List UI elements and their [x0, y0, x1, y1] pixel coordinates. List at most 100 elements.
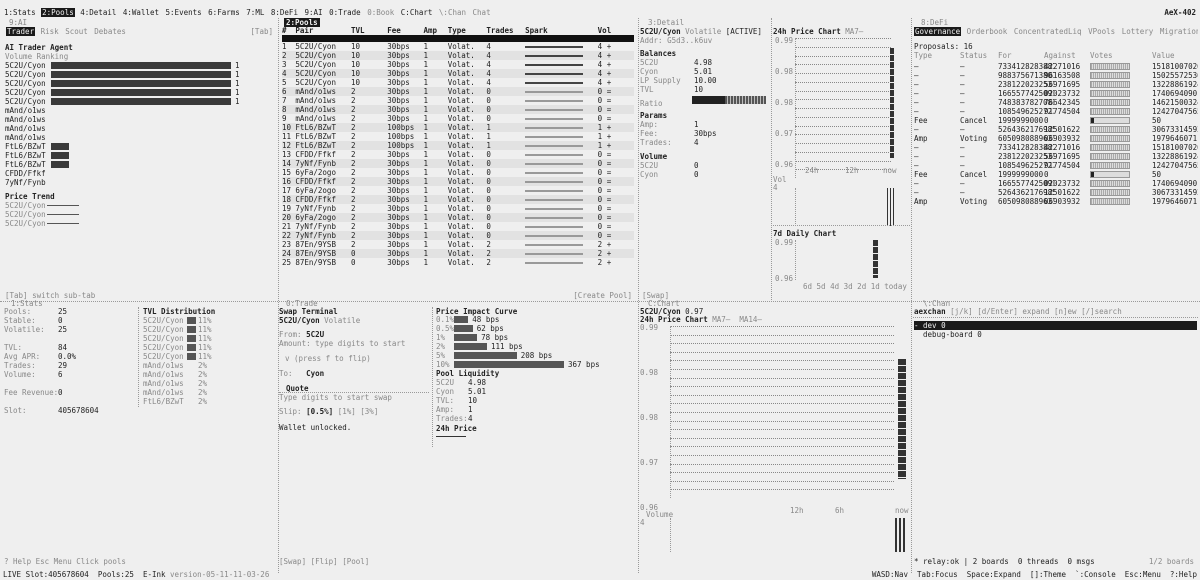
x-tick-label: 12h: [845, 166, 859, 175]
proposal-row[interactable]: ——52643621769859261250162230673314592: [914, 188, 1198, 197]
pool-row[interactable]: 17 6yFa/2ogo 2 30bps 1 Volat. 0 0 =: [282, 186, 634, 195]
proposal-cell: 56971695: [1044, 80, 1081, 89]
tab-8defi[interactable]: 8:DeFi: [270, 8, 299, 17]
proposal-row[interactable]: ——73341282838813414227101615181007026: [914, 143, 1198, 152]
grid-axis: [670, 326, 671, 498]
pool-row[interactable]: 19 7yNf/Fynb 2 30bps 1 Volat. 0 0 =: [282, 204, 634, 213]
pool-row[interactable]: 16 CFDD/Ffkf 2 30bps 1 Volat. 0 0 =: [282, 177, 634, 186]
proposal-cell: —: [960, 125, 965, 134]
pool-row[interactable]: 24 87En/9YSB 0 30bps 1 Volat. 2 2 +: [282, 249, 634, 258]
pool-row[interactable]: 21 7yNf/Fynb 2 30bps 1 Volat. 0 0 =: [282, 222, 634, 231]
pool-row[interactable]: 2 5C2U/Cyon 10 30bps 1 Volat. 4 4 +: [282, 51, 634, 60]
to-token[interactable]: Cyon: [306, 369, 324, 378]
pool-row[interactable]: 6 mAnd/o1ws 2 30bps 1 Volat. 0 0 =: [282, 87, 634, 96]
pool-row[interactable]: 3 5C2U/Cyon 10 30bps 1 Volat. 4 4 +: [282, 60, 634, 69]
proposal-row[interactable]: ——10854962527279529177450412427047565: [914, 107, 1198, 116]
pool-cell: Volat.: [447, 42, 475, 51]
pool-cell: 7yNf/Fynb: [295, 222, 336, 231]
trend-label: 5C2U/Cyon: [5, 201, 46, 210]
tab-4wallet[interactable]: 4:Wallet: [122, 8, 160, 17]
defi-tab-orderbook[interactable]: Orderbook: [966, 27, 1009, 36]
y-tick-label: 0.97: [775, 129, 794, 138]
trade-actions[interactable]: [Swap] [Flip] [Pool]: [279, 557, 369, 566]
defi-tab-governance[interactable]: Governance: [914, 27, 962, 36]
pool-row[interactable]: 13 CFDD/Ffkf 2 30bps 1 Volat. 0 0 =: [282, 150, 634, 159]
flip-hint[interactable]: v (press f to flip): [285, 354, 371, 363]
defi-tab-lottery[interactable]: Lottery: [1121, 27, 1155, 36]
tab-0trade[interactable]: 0:Trade: [328, 8, 362, 17]
proposal-row[interactable]: ——73341282838813414227101615181007026: [914, 62, 1198, 71]
pool-row[interactable]: 8 mAnd/o1ws 2 30bps 1 Volat. 0 0 =: [282, 105, 634, 114]
proposal-row[interactable]: Fee Cancel 1999999000 0 50: [914, 116, 1198, 125]
proposal-row[interactable]: ——74838378270813287664234514621500324: [914, 98, 1198, 107]
proposal-row[interactable]: ——98837567138018339616350815025572536: [914, 71, 1198, 80]
pool-cell: 4: [486, 51, 491, 60]
defi-tab-vpools[interactable]: VPools: [1087, 27, 1116, 36]
ai-tab-risk[interactable]: Risk: [40, 27, 60, 36]
proposal-cell: 42271016: [1044, 143, 1081, 152]
pool-row[interactable]: 14 7yNf/Fynb 2 30bps 1 Volat. 0 0 =: [282, 159, 634, 168]
pool-row[interactable]: 18 CFDD/Ffkf 2 30bps 1 Volat. 0 0 =: [282, 195, 634, 204]
proposal-row[interactable]: ——52643621769859261250162230673314592: [914, 125, 1198, 134]
pool-row[interactable]: 7 mAnd/o1ws 2 30bps 1 Volat. 0 0 =: [282, 96, 634, 105]
slip-option-0[interactable]: [0.5%]: [306, 407, 333, 416]
pool-row[interactable]: 4 5C2U/Cyon 10 30bps 1 Volat. 4 4 +: [282, 69, 634, 78]
tab-5events[interactable]: 5:Events: [165, 8, 203, 17]
balance-row: 5C2U 4.98: [640, 58, 770, 67]
tab-chat[interactable]: Chat: [472, 8, 492, 17]
pool-row[interactable]: 20 6yFa/2ogo 2 30bps 1 Volat. 0 0 =: [282, 213, 634, 222]
proposal-row[interactable]: AmpVoting6050980889631098069039321979646…: [914, 134, 1198, 143]
ratio-label: Ratio: [640, 99, 663, 108]
board-item-dev[interactable]: - dev 0: [914, 321, 1197, 330]
amount-input[interactable]: Amount: type digits to start: [279, 339, 405, 348]
slip-option-1[interactable]: [1%]: [338, 407, 356, 416]
pool-row[interactable]: 25 87En/9YSB 0 30bps 1 Volat. 2 2 +: [282, 258, 634, 267]
pool-row[interactable]: 11 FtL6/BZwT 2 100bps 1 Volat. 1 1 +: [282, 132, 634, 141]
ai-tab-trader[interactable]: Trader: [6, 27, 36, 36]
pool-row[interactable]: 1 5C2U/Cyon 10 30bps 1 Volat. 4 4 +: [282, 42, 634, 51]
selected-row-bar[interactable]: [282, 35, 634, 42]
tab-4detail[interactable]: 4:Detail: [79, 8, 117, 17]
proposal-row[interactable]: Fee Cancel 1999999000 0 50: [914, 170, 1198, 179]
proposal-row[interactable]: AmpVoting6050980889631098069039321979646…: [914, 197, 1198, 206]
proposal-cell: 56971695: [1044, 152, 1081, 161]
pool-row[interactable]: 15 6yFa/2ogo 2 30bps 1 Volat. 0 0 =: [282, 168, 634, 177]
help-footer[interactable]: ? Help Esc Menu Click pools: [4, 557, 126, 566]
pool-row[interactable]: 10 FtL6/BZwT 2 100bps 1 Volat. 1 1 +: [282, 123, 634, 132]
ai-tab-scout[interactable]: Scout: [64, 27, 89, 36]
tab-0book[interactable]: 0:Book: [366, 8, 395, 17]
slip-option-2[interactable]: [3%]: [360, 407, 378, 416]
ranking-row: 5C2U/Cyon 1: [5, 61, 273, 70]
board-item-debug[interactable]: debug-board 0: [914, 330, 982, 339]
proposal-row[interactable]: ——23812202325311765697169513228861924: [914, 80, 1198, 89]
pool-cell: 4 +: [597, 78, 612, 87]
pool-cell: Volat.: [447, 240, 475, 249]
from-token[interactable]: 5C2U: [306, 330, 324, 339]
tab-9ai[interactable]: 9:AI: [303, 8, 323, 17]
pool-row[interactable]: 5 5C2U/Cyon 10 30bps 1 Volat. 4 4 +: [282, 78, 634, 87]
tvl-label: mAnd/o1ws: [143, 370, 184, 379]
param-row-val: 30bps: [694, 129, 717, 138]
quote-hint: Type digits to start swap: [279, 393, 392, 402]
tab-chan[interactable]: \:Chan: [438, 8, 467, 17]
spark-cell: [525, 195, 598, 204]
proposal-row[interactable]: ——23812202325311765697169513228861924: [914, 152, 1198, 161]
proposal-row[interactable]: ——16655774250917650202373217406940901: [914, 179, 1198, 188]
col-num: #: [282, 26, 287, 35]
pool-row[interactable]: 23 87En/9YSB 2 30bps 1 Volat. 2 2 +: [282, 240, 634, 249]
tab-1stats[interactable]: 1:Stats: [3, 8, 37, 17]
tab-6farms[interactable]: 6:Farms: [207, 8, 241, 17]
defi-tab-migration[interactable]: Migration: [1159, 27, 1198, 36]
proposal-row[interactable]: ——10854962527279529177450412427047565: [914, 161, 1198, 170]
pool-row[interactable]: 22 7yNf/Fynb 2 30bps 1 Volat. 0 0 =: [282, 231, 634, 240]
pool-row[interactable]: 12 FtL6/BZwT 2 100bps 1 Volat. 1 1 +: [282, 141, 634, 150]
tab-7ml[interactable]: 7:ML: [245, 8, 265, 17]
tab-cchart[interactable]: C:Chart: [400, 8, 434, 17]
ai-tab-debates[interactable]: Debates: [93, 27, 127, 36]
pool-row[interactable]: 9 mAnd/o1ws 2 30bps 1 Volat. 0 0 =: [282, 114, 634, 123]
price-title: 24h Price: [436, 424, 477, 433]
proposal-cell: —: [960, 62, 965, 71]
defi-tab-concentratedliq[interactable]: ConcentratedLiq: [1013, 27, 1083, 36]
tab-2pools[interactable]: 2:Pools: [41, 8, 75, 17]
proposal-row[interactable]: ——16655774250917650202373217406940901: [914, 89, 1198, 98]
